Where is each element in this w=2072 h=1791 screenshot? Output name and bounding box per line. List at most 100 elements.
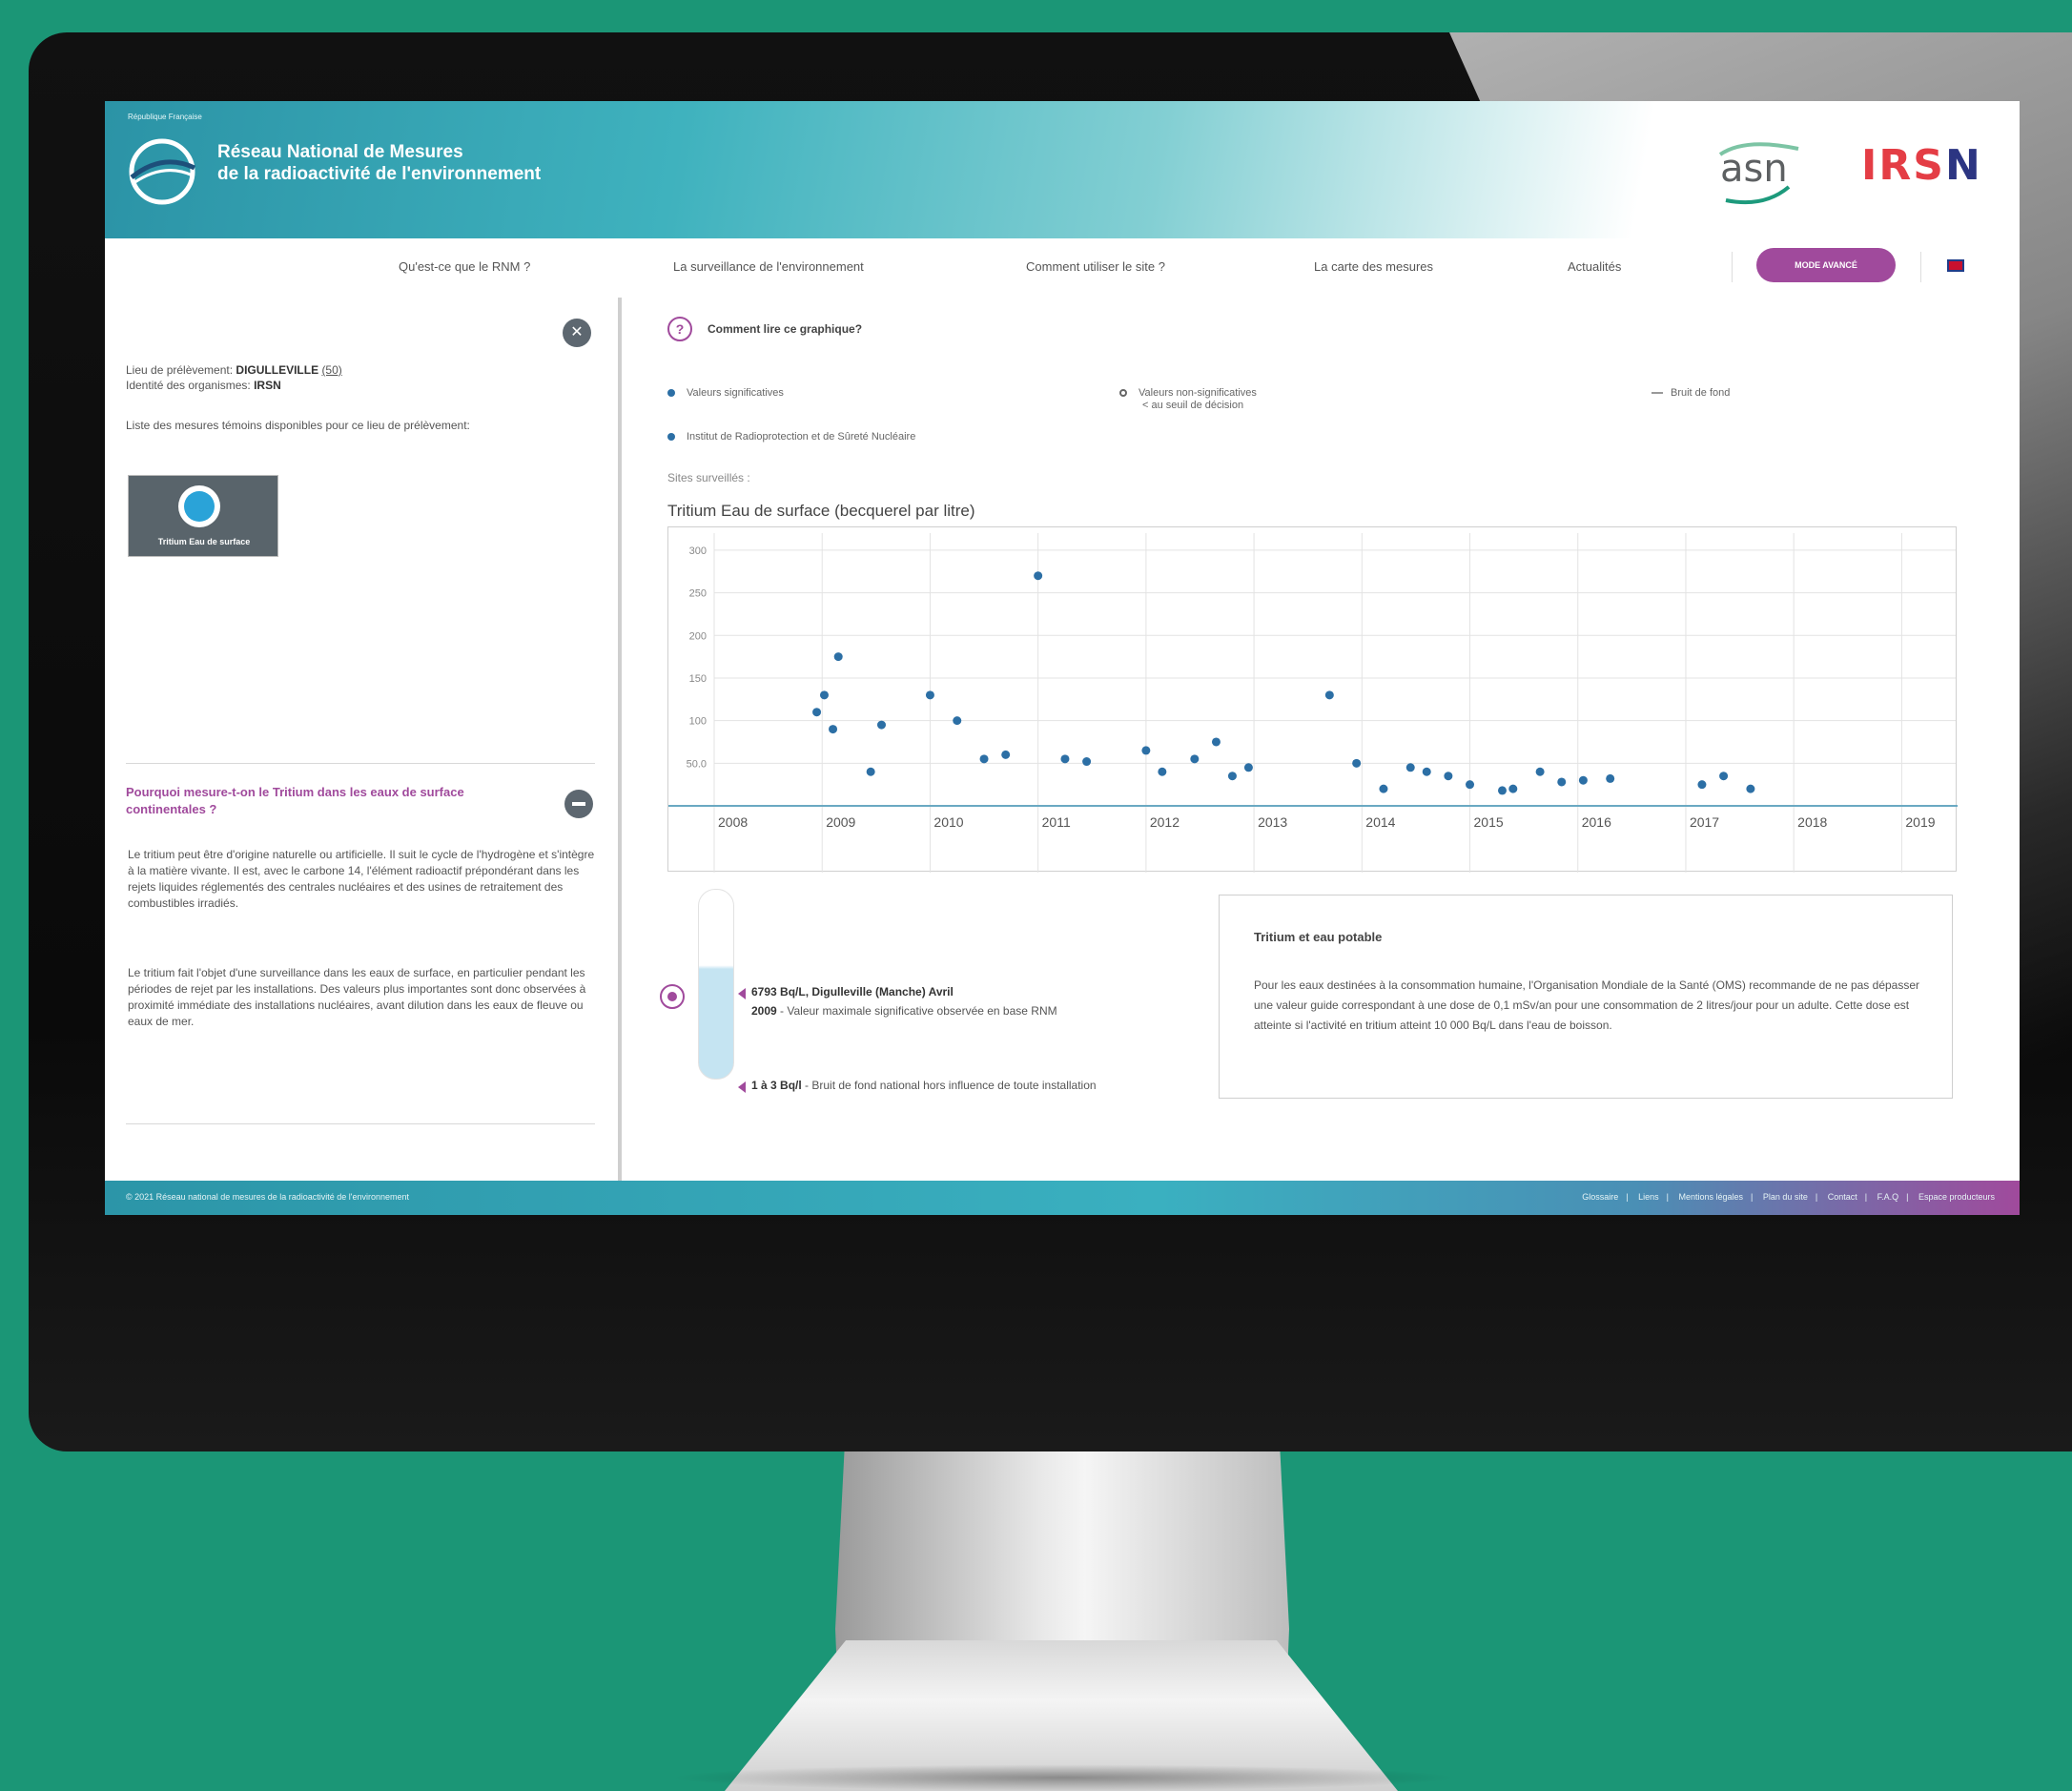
max-value-text: 6793 Bq/L, Digulleville (Manche) Avril 2…	[751, 985, 1057, 1018]
asn-logo[interactable]: asn	[1707, 139, 1812, 206]
legend-institute[interactable]: Institut de Radioprotection et de Sûreté…	[667, 431, 915, 443]
data-point[interactable]	[812, 708, 822, 717]
legend-background-label: Bruit de fond	[1671, 387, 1731, 399]
pointer-icon	[738, 1081, 746, 1093]
data-point[interactable]	[1324, 690, 1334, 700]
globe-logo-icon[interactable]	[124, 134, 200, 215]
mode-avance-button[interactable]: MODE AVANCÉ	[1756, 248, 1896, 282]
chart-container: 2008 2009 2010 2011 2012 2013 2014 2015 2016 2017…	[667, 526, 1958, 873]
site-title-line1: Réseau National de Mesures	[217, 142, 463, 162]
data-point[interactable]	[1352, 758, 1362, 768]
data-point[interactable]	[979, 754, 989, 764]
data-point[interactable]	[1535, 767, 1545, 776]
legend-non-significant[interactable]: Valeurs non-significatives < au seuil de…	[1119, 387, 1257, 412]
nav-separator	[1920, 252, 1921, 282]
identite-value: IRSN	[254, 379, 281, 392]
tritium-chart[interactable]: 2008 2009 2010 2011 2012 2013 2014 2015 2016 2017…	[668, 527, 1958, 873]
data-point[interactable]	[1211, 737, 1221, 747]
data-point[interactable]	[1444, 772, 1453, 781]
data-point[interactable]	[1578, 775, 1588, 785]
why-title[interactable]: Pourquoi mesure-t-on le Tritium dans les…	[126, 784, 536, 818]
data-point[interactable]	[1746, 784, 1755, 793]
how-to-read-link[interactable]: Comment lire ce graphique?	[708, 322, 862, 336]
data-point[interactable]	[925, 690, 934, 700]
data-point[interactable]	[1034, 571, 1043, 581]
site-header: République Française Réseau National de …	[105, 101, 2020, 238]
republique-label: République Française	[128, 113, 202, 121]
data-point[interactable]	[1227, 772, 1237, 781]
data-point[interactable]	[1422, 767, 1431, 776]
nav-item-carte[interactable]: La carte des mesures	[1314, 259, 1433, 274]
why-paragraph-2: Le tritium fait l'objet d'une surveillan…	[128, 966, 586, 1028]
data-point[interactable]	[1243, 763, 1253, 772]
nav-item-actualites[interactable]: Actualités	[1568, 259, 1621, 274]
data-point[interactable]	[1508, 784, 1518, 793]
background-value-desc: Bruit de fond national hors influence de…	[811, 1079, 1097, 1092]
data-point[interactable]	[866, 767, 875, 776]
pointer-icon	[738, 988, 746, 999]
data-point[interactable]	[1379, 784, 1388, 793]
site-footer: © 2021 Réseau national de mesures de la …	[105, 1181, 2020, 1215]
asn-logo-text: asn	[1720, 147, 1788, 191]
data-point[interactable]	[1557, 777, 1567, 787]
uk-flag-icon[interactable]	[1947, 259, 1964, 272]
data-point[interactable]	[1497, 786, 1507, 795]
background-value-text: 1 à 3 Bq/l - Bruit de fond national hors…	[751, 1079, 1097, 1092]
legend-significant-label: Valeurs significatives	[687, 387, 784, 399]
y-tick-label: 200	[689, 630, 707, 642]
site-title[interactable]: Réseau National de Mesures de la radioac…	[217, 141, 541, 185]
data-point[interactable]	[1405, 763, 1415, 772]
background-value-bold: 1 à 3 Bq/l	[751, 1079, 802, 1092]
x-tick-label: 2019	[1905, 814, 1935, 830]
data-point[interactable]	[1141, 746, 1151, 755]
footer-link-liens[interactable]: Liens	[1638, 1192, 1659, 1202]
main-content: ? Comment lire ce graphique? Valeurs sig…	[622, 298, 2020, 1186]
x-tick-label: 2008	[718, 814, 748, 830]
data-point[interactable]	[1060, 754, 1070, 764]
data-point[interactable]	[876, 720, 886, 730]
why-paragraph-1: Le tritium peut être d'origine naturelle…	[128, 848, 595, 910]
data-point[interactable]	[1190, 754, 1200, 764]
lieu-value: DIGULLEVILLE	[236, 363, 319, 377]
open-dot-icon	[1119, 389, 1127, 398]
data-point[interactable]	[1697, 780, 1707, 790]
footer-link-contact[interactable]: Contact	[1828, 1192, 1857, 1202]
monitor-stand-shadow	[667, 1764, 1459, 1791]
tube-marker-icon[interactable]	[660, 984, 685, 1009]
screen: République Française Réseau National de …	[105, 101, 2020, 1215]
data-point[interactable]	[1001, 750, 1011, 759]
data-point[interactable]	[1082, 757, 1092, 767]
x-tick-label: 2016	[1582, 814, 1611, 830]
tritium-sample-card[interactable]: Tritium Eau de surface	[128, 475, 278, 557]
y-tick-label: 150	[689, 673, 707, 685]
question-icon[interactable]: ?	[667, 317, 692, 341]
data-point[interactable]	[1158, 767, 1167, 776]
x-tick-label: 2009	[826, 814, 855, 830]
identite-organismes: Identité des organismes: IRSN	[126, 378, 281, 393]
data-point[interactable]	[833, 652, 843, 662]
data-point[interactable]	[829, 725, 838, 734]
footer-link-glossaire[interactable]: Glossaire	[1582, 1192, 1618, 1202]
footer-link-mentions[interactable]: Mentions légales	[1678, 1192, 1743, 1202]
x-tick-label: 2013	[1258, 814, 1287, 830]
data-point[interactable]	[1466, 780, 1475, 790]
legend-significant[interactable]: Valeurs significatives	[667, 387, 784, 400]
irsn-logo-last: N	[1944, 141, 1982, 190]
data-point[interactable]	[819, 690, 829, 700]
data-point[interactable]	[1719, 772, 1729, 781]
footer-link-faq[interactable]: F.A.Q	[1877, 1192, 1899, 1202]
data-point[interactable]	[1606, 773, 1615, 783]
x-tick-label: 2015	[1474, 814, 1504, 830]
close-icon[interactable]: ✕	[563, 319, 591, 347]
nav-item-rnm[interactable]: Qu'est-ce que le RNM ?	[399, 259, 530, 274]
footer-link-plan[interactable]: Plan du site	[1763, 1192, 1808, 1202]
sites-surveilles: Sites surveillés :	[667, 471, 750, 484]
footer-link-producteurs[interactable]: Espace producteurs	[1918, 1192, 1995, 1202]
lieu-code-link[interactable]: (50)	[321, 363, 341, 377]
irsn-logo[interactable]: IRSN	[1861, 141, 1982, 190]
legend-background[interactable]: Bruit de fond	[1651, 387, 1730, 400]
collapse-icon[interactable]	[564, 790, 593, 818]
data-point[interactable]	[953, 716, 962, 726]
nav-item-surveillance[interactable]: La surveillance de l'environnement	[673, 259, 864, 274]
nav-item-comment-utiliser[interactable]: Comment utiliser le site ?	[1026, 259, 1165, 274]
